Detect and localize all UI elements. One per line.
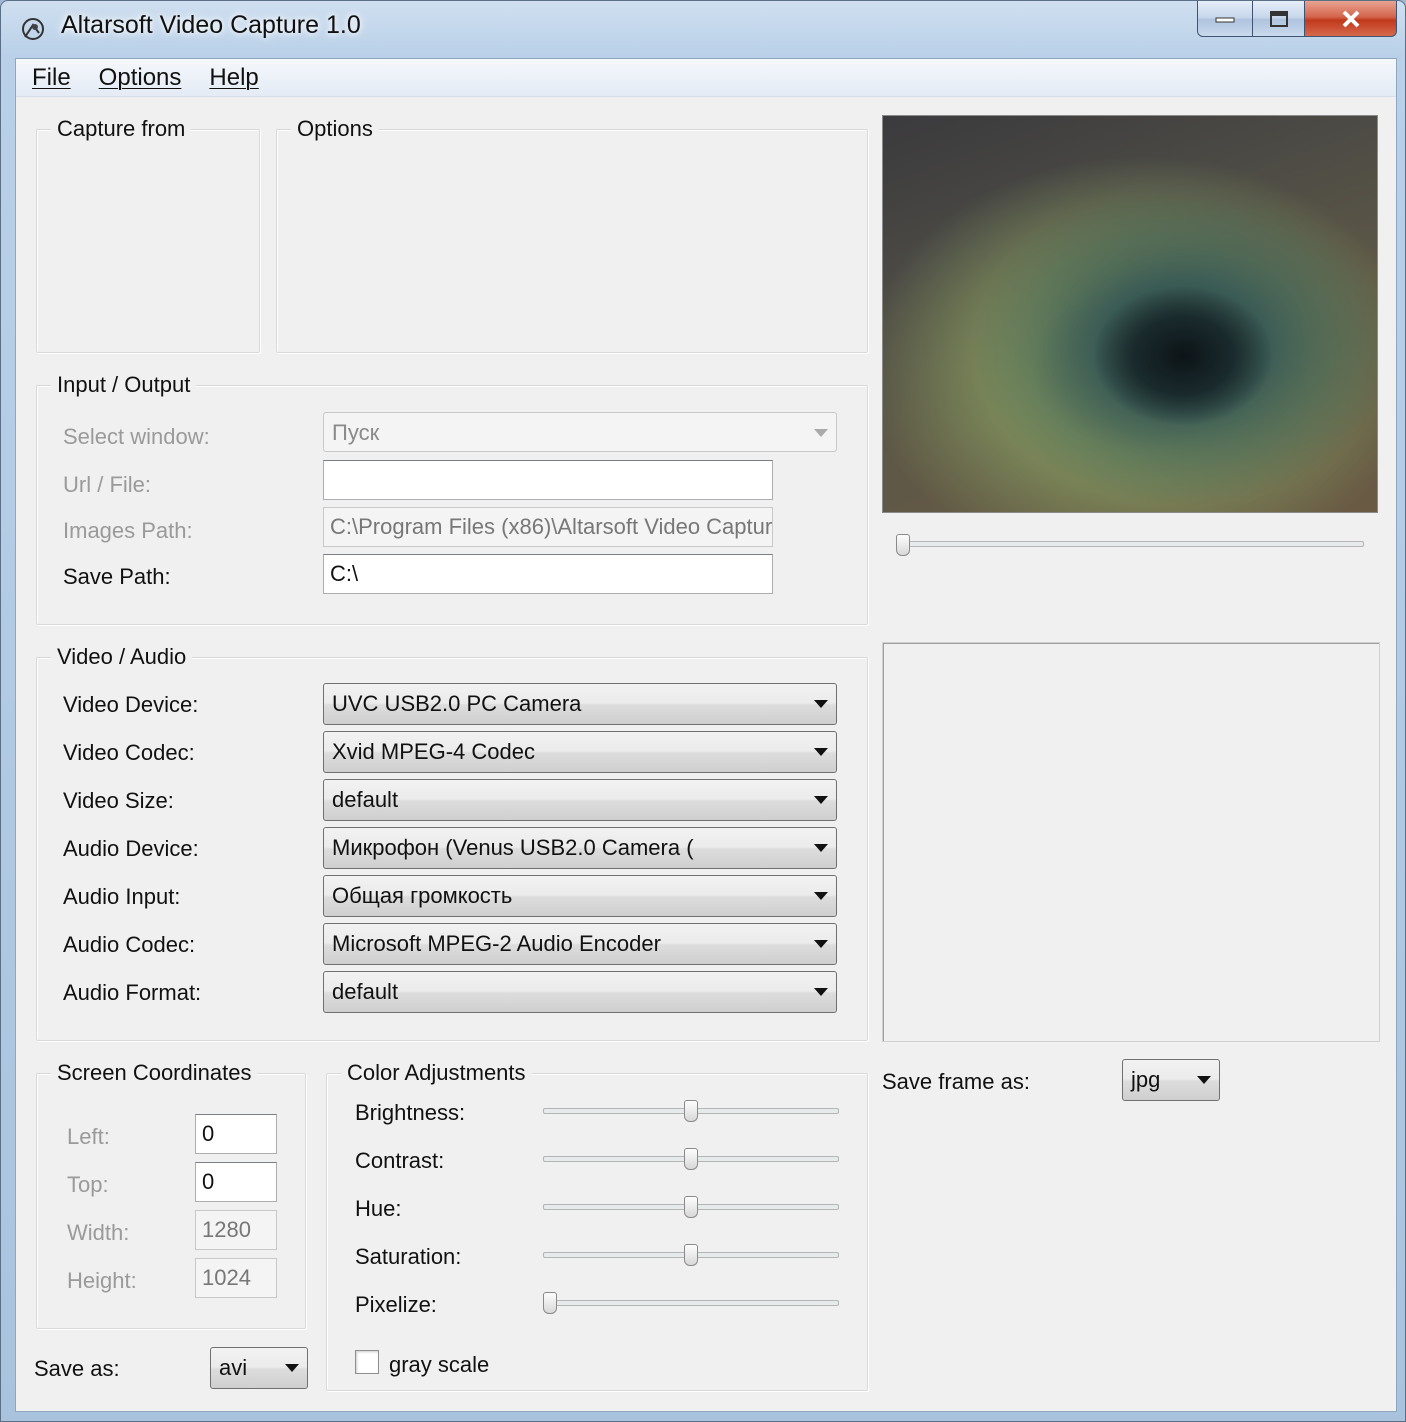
coord-left-input[interactable]: 0 (195, 1114, 277, 1154)
video-size-value: default (332, 787, 399, 812)
chevron-down-icon (285, 1364, 299, 1372)
input-output-title: Input / Output (51, 372, 197, 398)
video-device-dropdown[interactable]: UVC USB2.0 PC Camera (323, 683, 837, 725)
saturation-label: Saturation: (355, 1244, 462, 1269)
save-frame-dropdown[interactable]: jpg (1122, 1059, 1220, 1101)
window-title: Altarsoft Video Capture 1.0 (61, 11, 361, 39)
screen-coordinates-group: Screen Coordinates Left: 0 Top: 0 Width:… (36, 1060, 306, 1329)
select-window-value: Пуск (332, 420, 380, 445)
caption-buttons (1197, 1, 1397, 39)
save-frame-label: Save frame as: (882, 1069, 1030, 1094)
preview-seek-slider[interactable] (896, 541, 1364, 547)
grayscale-label[interactable]: gray scale (389, 1352, 489, 1378)
save-as-label: Save as: (34, 1356, 120, 1381)
video-size-label: Video Size: (63, 788, 174, 813)
audio-codec-label: Audio Codec: (63, 932, 196, 957)
audio-codec-dropdown[interactable]: Microsoft MPEG-2 Audio Encoder (323, 923, 837, 965)
app-window: Altarsoft Video Capture 1.0 File Options… (0, 0, 1406, 1422)
screen-coordinates-title: Screen Coordinates (51, 1060, 258, 1086)
options-title: Options (291, 116, 379, 142)
pixelize-slider-thumb[interactable] (543, 1292, 557, 1314)
menu-file[interactable]: File (32, 64, 71, 92)
color-adjustments-group: Color Adjustments Brightness: Contrast: … (326, 1060, 868, 1391)
chevron-down-icon (814, 748, 828, 756)
select-window-label: Select window: (63, 424, 210, 449)
audio-input-value: Общая громкость (332, 883, 513, 908)
contrast-label: Contrast: (355, 1148, 445, 1173)
brightness-slider-thumb[interactable] (684, 1100, 698, 1122)
audio-device-dropdown[interactable]: Микрофон (Venus USB2.0 Camera ( (323, 827, 837, 869)
audio-format-label: Audio Format: (63, 980, 202, 1005)
chevron-down-icon (814, 700, 828, 708)
input-output-group: Input / Output Select window: Пуск Url /… (36, 372, 868, 625)
menu-help[interactable]: Help (209, 64, 258, 92)
audio-device-label: Audio Device: (63, 836, 199, 861)
video-audio-group: Video / Audio Video Device: UVC USB2.0 P… (36, 644, 868, 1041)
audio-device-value: Микрофон (Venus USB2.0 Camera ( (332, 835, 694, 860)
menu-options[interactable]: Options (99, 64, 182, 92)
close-icon (1342, 10, 1359, 27)
chevron-down-icon (814, 844, 828, 852)
coord-left-label: Left: (67, 1124, 110, 1149)
video-codec-dropdown[interactable]: Xvid MPEG-4 Codec (323, 731, 837, 773)
coord-top-input[interactable]: 0 (195, 1162, 277, 1202)
save-path-input[interactable]: C:\ (323, 554, 773, 594)
video-size-dropdown[interactable]: default (323, 779, 837, 821)
minimize-button[interactable] (1197, 1, 1253, 37)
coord-width-label: Width: (67, 1220, 130, 1245)
video-preview (882, 115, 1378, 513)
coord-height-label: Height: (67, 1268, 137, 1293)
capture-from-title: Capture from (51, 116, 192, 142)
audio-input-dropdown[interactable]: Общая громкость (323, 875, 837, 917)
minimize-icon (1215, 17, 1235, 22)
app-icon (22, 18, 44, 40)
contrast-slider-thumb[interactable] (684, 1148, 698, 1170)
video-codec-value: Xvid MPEG-4 Codec (332, 739, 535, 764)
maximize-button[interactable] (1253, 1, 1305, 37)
brightness-label: Brightness: (355, 1100, 466, 1125)
images-path-input[interactable]: C:\Program Files (x86)\Altarsoft Video C… (323, 507, 773, 547)
title-bar[interactable]: Altarsoft Video Capture 1.0 (1, 1, 1405, 57)
audio-format-dropdown[interactable]: default (323, 971, 837, 1013)
audio-input-label: Audio Input: (63, 884, 181, 909)
pixelize-label: Pixelize: (355, 1292, 437, 1317)
chevron-down-icon (814, 892, 828, 900)
video-codec-label: Video Codec: (63, 740, 195, 765)
url-file-input[interactable] (323, 460, 773, 500)
color-adjustments-title: Color Adjustments (341, 1060, 532, 1086)
chevron-down-icon (814, 796, 828, 804)
video-device-label: Video Device: (63, 692, 199, 717)
grayscale-checkbox[interactable] (355, 1350, 379, 1374)
hue-label: Hue: (355, 1196, 402, 1221)
save-frame-value: jpg (1131, 1067, 1161, 1092)
options-group: Options (276, 116, 868, 353)
chevron-down-icon (1197, 1076, 1211, 1084)
saturation-slider-thumb[interactable] (684, 1244, 698, 1266)
video-audio-title: Video / Audio (51, 644, 193, 670)
preview-seek-thumb[interactable] (896, 534, 910, 556)
close-button[interactable] (1305, 1, 1397, 37)
chevron-down-icon (814, 988, 828, 996)
select-window-dropdown[interactable]: Пуск (323, 412, 837, 452)
hue-slider-thumb[interactable] (684, 1196, 698, 1218)
capture-from-group: Capture from (36, 116, 260, 353)
url-file-label: Url / File: (63, 472, 151, 497)
chevron-down-icon (814, 940, 828, 948)
coord-height-input[interactable]: 1024 (195, 1258, 277, 1298)
images-path-label: Images Path: (63, 518, 193, 543)
coord-width-input[interactable]: 1280 (195, 1210, 277, 1250)
audio-format-value: default (332, 979, 399, 1004)
save-as-dropdown[interactable]: avi (210, 1347, 308, 1389)
frame-preview-panel (882, 642, 1380, 1042)
save-path-label: Save Path: (63, 564, 171, 589)
pixelize-slider[interactable] (543, 1300, 839, 1306)
audio-codec-value: Microsoft MPEG-2 Audio Encoder (332, 931, 661, 956)
menu-bar: File Options Help (16, 59, 1396, 97)
client-area: File Options Help Capture from Options I… (15, 58, 1397, 1412)
chevron-down-icon (814, 429, 828, 437)
video-device-value: UVC USB2.0 PC Camera (332, 691, 582, 716)
maximize-icon (1269, 10, 1288, 27)
save-as-value: avi (219, 1355, 248, 1380)
coord-top-label: Top: (67, 1172, 109, 1197)
